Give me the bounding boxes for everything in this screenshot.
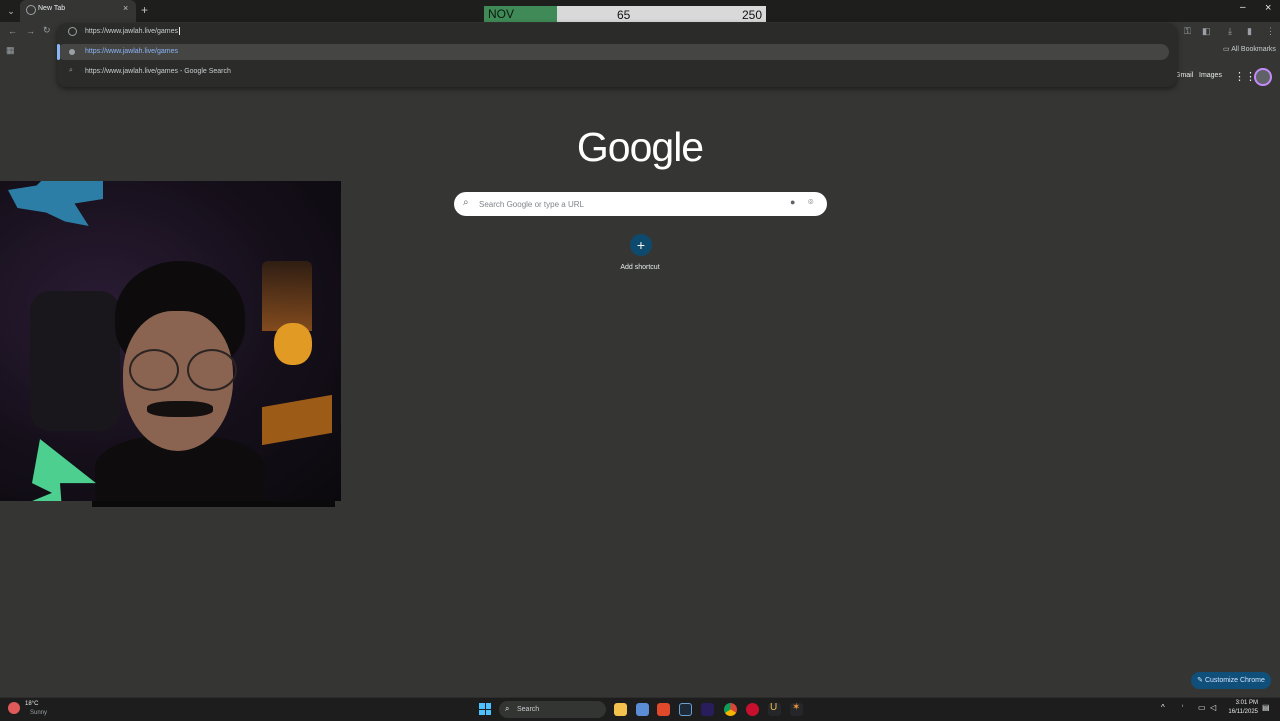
profile-small-icon[interactable]: ▮ (1247, 26, 1252, 37)
menu-icon[interactable]: ⋮ (1266, 26, 1275, 37)
streamer (95, 261, 265, 501)
brave-icon[interactable] (657, 703, 670, 716)
x-app-icon[interactable]: ✶ (790, 702, 803, 716)
omnibox-dropdown: https://www.jawlah.live/games https://ww… (57, 23, 1177, 87)
suggestion-search[interactable]: ⌕ https://www.jawlah.live/games - Google… (57, 64, 1169, 80)
u-app-icon[interactable]: U (768, 702, 781, 716)
taskbar: 18°C Sunny ⌕ Search U ✶ ^ ⁱ ▭ ◁ 3:01 PM … (0, 697, 1280, 721)
steam-icon[interactable] (679, 703, 692, 716)
start-button[interactable] (479, 703, 491, 715)
google-apps-icon[interactable]: ⋮⋮ (1234, 70, 1256, 83)
search-icon: ⌕ (463, 197, 469, 208)
weather-temperature: 18°C (25, 701, 39, 707)
decorative-blue-shape (8, 181, 103, 226)
tab-title: New Tab (38, 5, 66, 12)
weather-icon[interactable] (8, 702, 20, 714)
channel-logo-icon (16, 439, 96, 501)
glasses-left (129, 349, 179, 391)
taskbar-search-label: Search (517, 706, 540, 713)
notification-icon[interactable]: ▤ (1262, 703, 1270, 712)
search-input[interactable] (479, 194, 779, 214)
all-bookmarks-link[interactable]: ▭ All Bookmarks (1223, 45, 1276, 53)
address-input[interactable]: https://www.jawlah.live/games (85, 27, 180, 35)
lens-icon[interactable]: ⌾ (808, 197, 813, 208)
minimize-button[interactable]: – (1240, 2, 1246, 13)
language-icon[interactable]: ⁱ (1182, 704, 1183, 711)
all-bookmarks-label: All Bookmarks (1231, 46, 1276, 53)
tab-new-tab[interactable]: New Tab × (20, 0, 136, 22)
webcam-bottom-strip (92, 501, 335, 507)
chrome-icon[interactable] (724, 703, 737, 716)
customize-label: Customize Chrome (1204, 677, 1265, 684)
clock-time[interactable]: 3:01 PM (1228, 700, 1258, 706)
downloads-icon[interactable]: ⤓ (1228, 26, 1232, 37)
taskbar-search[interactable]: ⌕ Search (499, 701, 606, 718)
new-tab-button[interactable]: + (141, 3, 148, 17)
glasses-right (187, 349, 237, 391)
counter-month: NOV (484, 6, 557, 23)
text-caret (178, 27, 180, 35)
address-bar[interactable]: https://www.jawlah.live/games (57, 23, 1177, 41)
suggestion-search-text: https://www.jawlah.live/games - Google S… (85, 68, 231, 75)
suggestion-url[interactable]: https://www.jawlah.live/games (57, 44, 1169, 60)
webcam-overlay (0, 181, 341, 501)
network-icon[interactable]: ▭ (1198, 703, 1206, 712)
site-info-icon[interactable] (68, 27, 77, 36)
counter-count: 65 (617, 8, 631, 22)
counter-values: 65 250 (557, 6, 766, 23)
globe-icon (69, 49, 75, 55)
background-lamp (262, 261, 312, 331)
weather-description: Sunny (30, 710, 48, 716)
file-explorer-icon[interactable] (614, 703, 627, 716)
tab-close-icon[interactable]: × (123, 3, 128, 13)
extensions-icon[interactable]: ◧ (1202, 26, 1211, 37)
search-icon: ⌕ (505, 704, 510, 713)
red-app-icon[interactable] (746, 703, 759, 716)
back-icon[interactable]: ← (8, 26, 17, 36)
clock-date[interactable]: 16/11/2025 (1228, 709, 1258, 715)
tray-chevron-up-icon[interactable]: ^ (1161, 703, 1165, 712)
search-box[interactable]: ⌕ ● ⌾ (454, 192, 827, 216)
background-light (274, 323, 312, 365)
volume-icon[interactable]: ◁ (1210, 703, 1216, 712)
stream-counter-overlay: NOV 65 250 (484, 6, 766, 23)
gmail-link[interactable]: Gmail (1175, 72, 1193, 79)
background-shelf (262, 394, 332, 446)
microphone-icon[interactable]: ● (790, 197, 795, 207)
streamer-mustache (147, 401, 213, 417)
bookmarks-apps-icon[interactable]: ▦ (6, 45, 15, 56)
forward-icon[interactable]: → (26, 26, 35, 36)
password-key-icon[interactable]: ⚿ (1184, 26, 1191, 37)
close-window-button[interactable]: × (1265, 2, 1271, 14)
suggestion-url-text: https://www.jawlah.live/games (85, 48, 178, 55)
google-logo: Google (576, 124, 704, 170)
plus-icon: + (630, 234, 652, 256)
premiere-icon[interactable] (701, 703, 714, 716)
customize-chrome-button[interactable]: ✎ Customize Chrome (1191, 672, 1271, 689)
tab-favicon-icon (26, 5, 36, 15)
avatar[interactable] (1254, 68, 1272, 86)
address-typed-text: https://www.jawlah.live/games (85, 27, 178, 35)
add-shortcut-tile[interactable]: + Add shortcut (614, 232, 666, 276)
search-icon: ⌕ (69, 67, 73, 74)
tab-search-icon[interactable]: ⌄ (4, 4, 18, 18)
add-shortcut-label: Add shortcut (620, 264, 660, 271)
images-link[interactable]: Images (1199, 72, 1222, 79)
selection-indicator (57, 44, 60, 60)
store-icon[interactable] (636, 703, 649, 716)
reload-icon[interactable]: ↻ (43, 25, 51, 36)
counter-goal: 250 (741, 8, 762, 22)
